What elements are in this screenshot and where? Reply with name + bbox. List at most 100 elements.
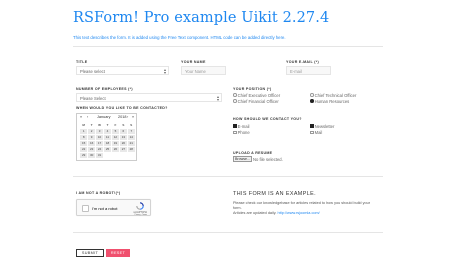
resume-file-status: No file selected. (252, 156, 283, 162)
calendar-day[interactable]: 28 (127, 147, 135, 152)
calendar-day[interactable]: 12 (111, 135, 120, 140)
title-select[interactable]: Please select ▴ ▾ (76, 66, 169, 75)
aside-line-3: Articles are updated daily. http://www.r… (233, 211, 320, 215)
position-option[interactable]: Chief Financial Officer (233, 99, 279, 104)
calendar-year[interactable]: 2018 (118, 115, 126, 119)
calendar-day[interactable]: 23 (87, 147, 96, 152)
aside-line-3-prefix: Articles are updated daily. (233, 211, 278, 215)
calendar-month[interactable]: January (97, 115, 111, 119)
employees-select[interactable]: Please Select ▴ ▾ (76, 93, 222, 102)
chevron-updown-icon: ▴ ▾ (216, 94, 219, 102)
chevron-updown-icon: ▴ ▾ (163, 67, 166, 75)
calendar-day[interactable]: 4 (103, 129, 112, 134)
contact-method-label: How should we contact you? (233, 117, 302, 121)
checkbox-icon[interactable] (310, 130, 314, 135)
calendar-day[interactable]: 5 (111, 129, 120, 134)
calendar-weekday: T (106, 123, 109, 127)
recaptcha-text: I'm not a robot (92, 206, 118, 211)
option-label: Mail (314, 130, 323, 135)
contact-option[interactable]: Phone (233, 130, 250, 135)
calendar-day[interactable]: 2 (87, 129, 96, 134)
calendar-day[interactable]: 21 (127, 141, 135, 146)
calendar-day[interactable]: 3 (95, 129, 104, 134)
checkbox-icon[interactable] (233, 130, 237, 135)
calendar-weekday: W (98, 123, 101, 127)
option-label: Human Resources (314, 98, 350, 104)
calendar-next-year[interactable]: » (132, 115, 134, 119)
checkbox-checked-icon[interactable] (310, 124, 314, 128)
contact-option[interactable]: Newsletter (310, 124, 334, 129)
resume-file-input[interactable]: Browse... No file selected. (233, 156, 283, 162)
recaptcha-terms[interactable]: Privacy - Terms (135, 214, 147, 216)
submit-button[interactable]: Submit (76, 249, 104, 257)
calendar-next-month[interactable]: › (127, 115, 128, 119)
aside-heading: This form is an example. (233, 191, 316, 197)
reset-button[interactable]: Reset (106, 249, 130, 257)
calendar-weekday: T (90, 123, 93, 127)
radio-selected-icon[interactable] (310, 99, 314, 103)
radio-icon[interactable] (310, 93, 314, 97)
calendar-prev-year[interactable]: « (80, 115, 82, 119)
calendar-day[interactable]: 31 (95, 153, 104, 159)
calendar-day[interactable]: 11 (103, 135, 112, 140)
calendar-day[interactable]: 13 (119, 135, 128, 140)
calendar-day[interactable]: 18 (103, 141, 112, 146)
recaptcha-checkbox[interactable] (82, 205, 89, 212)
option-label: E-mail (237, 123, 250, 129)
option-label: Chief Financial Officer (237, 98, 279, 104)
calendar-day[interactable]: 25 (103, 147, 112, 152)
recaptcha-widget: I'm not a robot reCAPTCHA Privacy - Term… (76, 199, 151, 216)
radio-icon[interactable] (233, 93, 237, 97)
calendar-day[interactable]: 8 (80, 135, 88, 140)
calendar-prev-month[interactable]: ‹ (87, 115, 88, 119)
aside-line-1: Please check our knowledgebase for artic… (233, 201, 370, 205)
title-label: Title (76, 60, 88, 64)
calendar-weekday: S (130, 123, 133, 127)
position-option[interactable]: Human Resources (310, 99, 349, 104)
calendar-day[interactable]: 22 (80, 147, 88, 152)
calendar-day[interactable]: 7 (127, 129, 135, 134)
divider-top (73, 46, 383, 47)
calendar-day[interactable]: 20 (119, 141, 128, 146)
email-input[interactable]: E-mail (286, 66, 331, 75)
position-label: Your Position (*) (233, 87, 272, 91)
email-label: Your E-mail (*) (286, 60, 319, 64)
calendar-day[interactable]: 19 (111, 141, 120, 146)
contact-option[interactable]: E-mail (233, 124, 249, 129)
intro-prefix: This text describes the form. It is adde… (73, 35, 211, 40)
calendar-day[interactable]: 30 (87, 153, 96, 159)
employees-select-value: Please Select (80, 96, 106, 101)
position-option[interactable]: Chief Executive Officer (233, 93, 280, 98)
calendar-day[interactable]: 24 (95, 147, 104, 152)
calendar-day[interactable]: 15 (80, 141, 88, 146)
calendar-weekday: S (122, 123, 125, 127)
option-label: Chief Executive Officer (237, 92, 281, 98)
calendar-day[interactable]: 29 (80, 153, 88, 159)
radio-icon[interactable] (233, 99, 237, 103)
recaptcha-logo-icon (136, 202, 144, 210)
position-option[interactable]: Chief Technical Officer (310, 93, 356, 98)
calendar-day[interactable]: 10 (95, 135, 104, 140)
option-label: Chief Technical Officer (314, 92, 357, 98)
calendar-day[interactable]: 27 (119, 147, 128, 152)
name-label: Your Name (181, 60, 206, 64)
calendar-day[interactable]: 6 (119, 129, 128, 134)
calendar-day[interactable]: 16 (87, 141, 96, 146)
robot-label: I am not a robot!(*) (76, 191, 121, 195)
employees-label: Number of Employees (*) (76, 87, 133, 91)
calendar-day[interactable]: 1 (80, 129, 88, 134)
calendar-weekday: M (82, 123, 85, 127)
name-input[interactable]: Your Name (181, 66, 226, 75)
calendar-day[interactable]: 9 (87, 135, 96, 140)
title-select-value: Please select (80, 69, 105, 74)
calendar-day[interactable]: 17 (95, 141, 104, 146)
calendar-weekday: F (114, 123, 117, 127)
contact-option[interactable]: Mail (310, 130, 322, 135)
aside-link[interactable]: http://www.rsjoomla.com/ (277, 211, 319, 215)
calendar-day[interactable]: 26 (111, 147, 120, 152)
checkbox-checked-icon[interactable] (233, 124, 237, 128)
calendar-day[interactable]: 14 (127, 135, 135, 140)
page-title: RSForm! Pro example Uikit 2.27.4 (73, 10, 330, 26)
intro-text: This text describes the form. It is adde… (73, 35, 286, 40)
browse-button[interactable]: Browse... (233, 156, 252, 162)
